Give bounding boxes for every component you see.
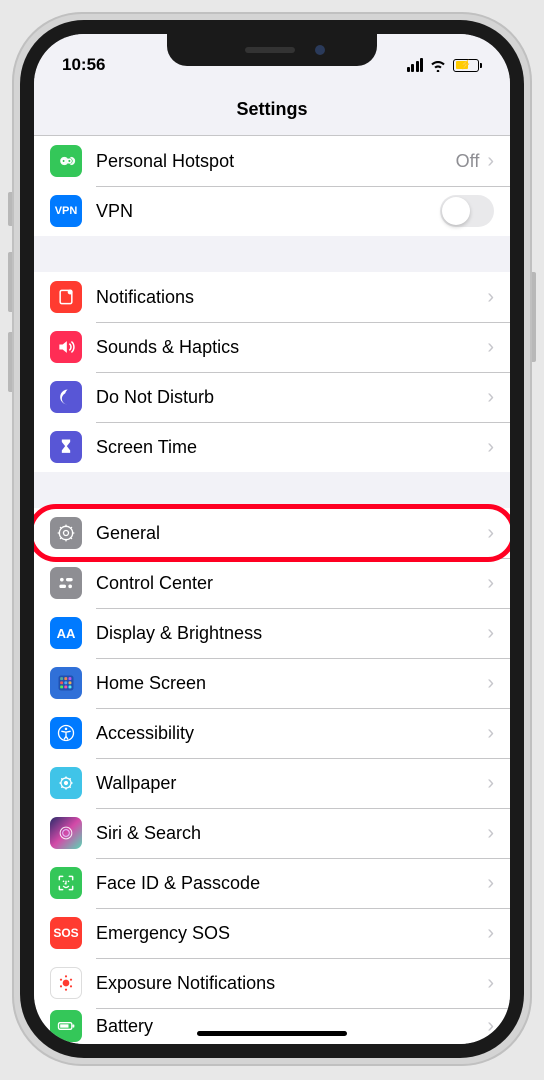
chevron-right-icon: › xyxy=(487,1015,494,1038)
row-label: Sounds & Haptics xyxy=(96,337,487,358)
notch xyxy=(167,34,377,66)
row-battery[interactable]: Battery › xyxy=(34,1008,510,1044)
hourglass-icon xyxy=(50,431,82,463)
row-siri-search[interactable]: Siri & Search › xyxy=(34,808,510,858)
chevron-right-icon: › xyxy=(487,436,494,459)
page-title: Settings xyxy=(236,99,307,120)
chevron-right-icon: › xyxy=(487,150,494,173)
row-label: Personal Hotspot xyxy=(96,151,456,172)
face-id-icon xyxy=(50,867,82,899)
status-time: 10:56 xyxy=(62,55,105,75)
settings-list[interactable]: Personal Hotspot Off › VPN VPN xyxy=(34,136,510,1044)
row-label: Accessibility xyxy=(96,723,487,744)
row-label: Wallpaper xyxy=(96,773,487,794)
row-label: Emergency SOS xyxy=(96,923,487,944)
row-home-screen[interactable]: Home Screen › xyxy=(34,658,510,708)
chevron-right-icon: › xyxy=(487,822,494,845)
chevron-right-icon: › xyxy=(487,872,494,895)
row-label: Control Center xyxy=(96,573,487,594)
row-control-center[interactable]: Control Center › xyxy=(34,558,510,608)
row-personal-hotspot[interactable]: Personal Hotspot Off › xyxy=(34,136,510,186)
wallpaper-icon xyxy=(50,767,82,799)
accessibility-icon xyxy=(50,717,82,749)
row-do-not-disturb[interactable]: Do Not Disturb › xyxy=(34,372,510,422)
chevron-right-icon: › xyxy=(487,386,494,409)
text-size-icon: AA xyxy=(50,617,82,649)
phone-bezel: 10:56 ⚡ Settings xyxy=(20,20,524,1058)
vpn-toggle[interactable] xyxy=(440,195,494,227)
chevron-right-icon: › xyxy=(487,622,494,645)
sounds-icon xyxy=(50,331,82,363)
row-emergency-sos[interactable]: SOS Emergency SOS › xyxy=(34,908,510,958)
chevron-right-icon: › xyxy=(487,672,494,695)
row-exposure-notifications[interactable]: Exposure Notifications › xyxy=(34,958,510,1008)
gear-icon xyxy=(50,517,82,549)
row-value: Off xyxy=(456,151,480,172)
section-general: General › Control Center › AA Display & … xyxy=(34,508,510,1044)
row-label: Screen Time xyxy=(96,437,487,458)
row-label: Do Not Disturb xyxy=(96,387,487,408)
row-label: General xyxy=(96,523,487,544)
cellular-signal-icon xyxy=(407,58,424,72)
chevron-right-icon: › xyxy=(487,922,494,945)
phone-frame: 10:56 ⚡ Settings xyxy=(12,12,532,1066)
screen: 10:56 ⚡ Settings xyxy=(34,34,510,1044)
section-notifications: Notifications › Sounds & Haptics › xyxy=(34,272,510,472)
row-label: Home Screen xyxy=(96,673,487,694)
status-indicators: ⚡ xyxy=(407,58,483,72)
row-label: Siri & Search xyxy=(96,823,487,844)
vpn-icon: VPN xyxy=(50,195,82,227)
row-wallpaper[interactable]: Wallpaper › xyxy=(34,758,510,808)
home-indicator[interactable] xyxy=(197,1031,347,1036)
battery-icon: ⚡ xyxy=(453,59,482,72)
moon-icon xyxy=(50,381,82,413)
row-general[interactable]: General › xyxy=(34,508,510,558)
row-face-id-passcode[interactable]: Face ID & Passcode › xyxy=(34,858,510,908)
wifi-icon xyxy=(429,58,447,72)
nav-header: Settings xyxy=(34,84,510,136)
chevron-right-icon: › xyxy=(487,772,494,795)
chevron-right-icon: › xyxy=(487,572,494,595)
battery-settings-icon xyxy=(50,1010,82,1042)
hotspot-icon xyxy=(50,145,82,177)
row-vpn[interactable]: VPN VPN xyxy=(34,186,510,236)
row-label: Face ID & Passcode xyxy=(96,873,487,894)
sos-icon: SOS xyxy=(50,917,82,949)
row-notifications[interactable]: Notifications › xyxy=(34,272,510,322)
chevron-right-icon: › xyxy=(487,286,494,309)
row-label: Display & Brightness xyxy=(96,623,487,644)
home-screen-icon xyxy=(50,667,82,699)
row-screen-time[interactable]: Screen Time › xyxy=(34,422,510,472)
chevron-right-icon: › xyxy=(487,336,494,359)
row-label: Notifications xyxy=(96,287,487,308)
exposure-icon xyxy=(50,967,82,999)
section-connectivity: Personal Hotspot Off › VPN VPN xyxy=(34,136,510,236)
siri-icon xyxy=(50,817,82,849)
row-sounds[interactable]: Sounds & Haptics › xyxy=(34,322,510,372)
row-label: VPN xyxy=(96,201,440,222)
chevron-right-icon: › xyxy=(487,972,494,995)
notifications-icon xyxy=(50,281,82,313)
row-label: Exposure Notifications xyxy=(96,973,487,994)
row-display-brightness[interactable]: AA Display & Brightness › xyxy=(34,608,510,658)
chevron-right-icon: › xyxy=(487,522,494,545)
chevron-right-icon: › xyxy=(487,722,494,745)
control-center-icon xyxy=(50,567,82,599)
row-accessibility[interactable]: Accessibility › xyxy=(34,708,510,758)
